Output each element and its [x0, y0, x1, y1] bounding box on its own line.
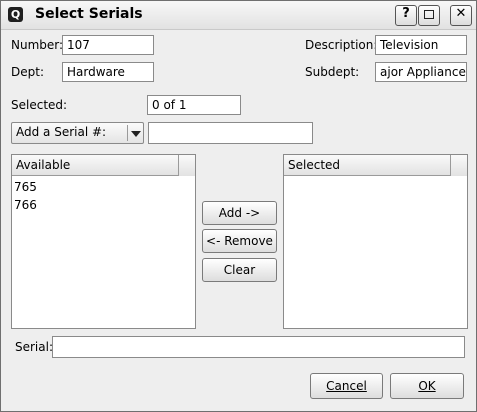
description-label: Description: — [305, 38, 378, 52]
help-button[interactable]: ? — [395, 5, 417, 26]
list-item[interactable]: 765 — [14, 180, 37, 194]
combo-separator — [127, 125, 128, 141]
description-field[interactable]: Television — [375, 35, 467, 55]
dept-field[interactable]: Hardware — [62, 62, 154, 82]
selected-count-label: Selected: — [11, 98, 68, 112]
maximize-button[interactable] — [418, 5, 440, 26]
selected-list[interactable]: Selected — [283, 154, 468, 329]
dept-label: Dept: — [11, 65, 44, 79]
cancel-button[interactable]: Cancel — [310, 373, 383, 399]
selected-header-filler — [450, 155, 467, 176]
add-serial-input[interactable] — [148, 122, 313, 144]
close-button[interactable]: ✕ — [450, 5, 472, 26]
available-header-label: Available — [16, 158, 71, 172]
add-button[interactable]: Add -> — [202, 201, 277, 225]
available-column-header[interactable]: Available — [12, 155, 178, 176]
app-icon: Q — [8, 7, 23, 22]
clear-button[interactable]: Clear — [202, 258, 277, 282]
available-header-filler — [178, 155, 195, 176]
ok-button[interactable]: OK — [390, 373, 464, 399]
maximize-icon — [424, 10, 434, 19]
number-label: Number: — [11, 38, 64, 52]
title-bar[interactable]: Q Select Serials ? ✕ — [1, 1, 476, 30]
add-serial-mode-value: Add a Serial #: — [16, 125, 107, 139]
help-icon: ? — [402, 6, 410, 21]
number-field[interactable]: 107 — [62, 35, 154, 55]
list-item[interactable]: 766 — [14, 198, 37, 212]
selected-column-header[interactable]: Selected — [284, 155, 450, 176]
serial-label: Serial: — [15, 340, 53, 354]
serial-input[interactable] — [52, 336, 465, 358]
available-list[interactable]: Available 765 766 — [11, 154, 196, 329]
subdept-label: Subdept: — [305, 65, 360, 79]
close-icon: ✕ — [455, 6, 467, 21]
selected-count-field: 0 of 1 — [147, 95, 241, 115]
add-serial-mode-select[interactable]: Add a Serial #: — [11, 122, 144, 144]
chevron-down-icon[interactable] — [131, 131, 141, 137]
subdept-field[interactable]: ajor Appliances — [375, 62, 467, 82]
select-serials-dialog: Q Select Serials ? ✕ Number: 107 Descrip… — [0, 0, 477, 412]
window-title: Select Serials — [35, 6, 143, 22]
remove-button[interactable]: <- Remove — [202, 229, 277, 253]
selected-header-label: Selected — [288, 158, 341, 172]
